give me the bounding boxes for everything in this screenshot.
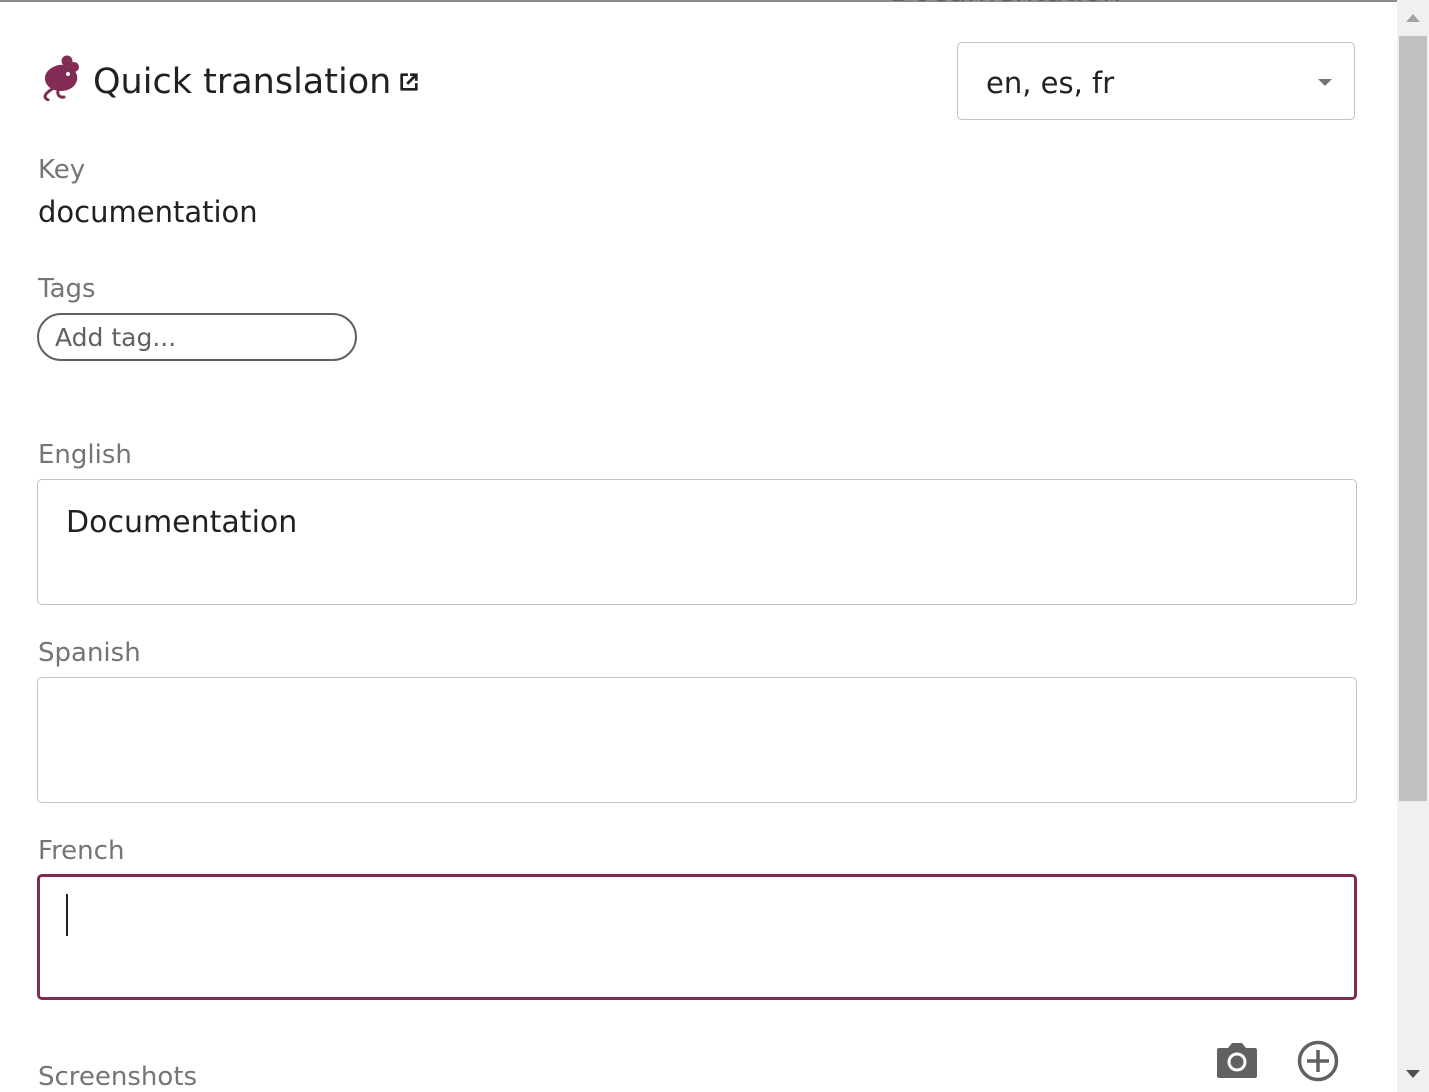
add-circle-icon[interactable] [1296, 1039, 1340, 1083]
spanish-translation-field[interactable] [37, 677, 1357, 803]
spanish-label: Spanish [38, 638, 141, 668]
quick-translation-dialog: Documentation Quick translation en, es, … [0, 0, 1429, 1092]
open-in-new-icon[interactable] [396, 69, 422, 95]
screenshots-label: Screenshots [38, 1062, 198, 1092]
language-select-value: en, es, fr [986, 66, 1115, 100]
english-translation-field[interactable]: Documentation [37, 479, 1357, 605]
french-label: French [38, 836, 125, 866]
add-tag-input[interactable] [37, 313, 357, 361]
scroll-down-arrow-icon[interactable] [1406, 1070, 1420, 1078]
camera-icon[interactable] [1215, 1040, 1259, 1080]
scroll-up-arrow-icon[interactable] [1406, 14, 1420, 22]
mouse-logo-icon [43, 55, 79, 101]
language-select[interactable]: en, es, fr [957, 42, 1355, 120]
caret-down-icon [1318, 79, 1332, 86]
tags-label: Tags [38, 274, 96, 304]
key-value: documentation [38, 195, 258, 229]
scrollbar-thumb[interactable] [1399, 36, 1427, 801]
dialog-title: Quick translation [93, 62, 392, 102]
french-translation-field[interactable] [37, 874, 1357, 1000]
dialog-content: Quick translation en, es, fr Key documen… [0, 0, 1397, 1092]
vertical-scrollbar[interactable] [1397, 0, 1429, 1092]
english-translation-text: Documentation [66, 505, 298, 540]
key-label: Key [38, 155, 86, 185]
text-cursor [66, 894, 68, 936]
english-label: English [38, 440, 132, 470]
